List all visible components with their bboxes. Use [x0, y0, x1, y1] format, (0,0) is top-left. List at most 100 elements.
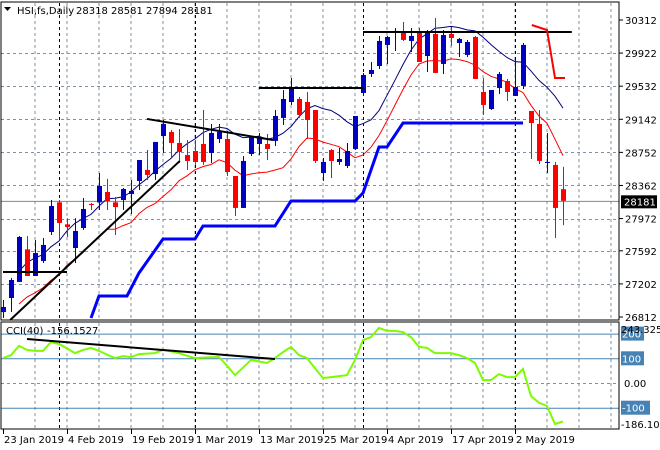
candle-body [145, 169, 150, 175]
candle [353, 115, 358, 151]
candle-body [17, 236, 22, 282]
candle-body [553, 164, 558, 208]
candle-body [105, 192, 110, 202]
candle-body [273, 115, 278, 141]
date-label: 13 Mar 2019 [260, 435, 323, 446]
candle-body [113, 202, 118, 208]
candle [417, 27, 422, 63]
price-tick-label: 27202 [625, 280, 657, 291]
price-tick-label: 27592 [625, 247, 657, 258]
candle-body [529, 110, 534, 124]
candle-body [537, 123, 542, 161]
candle-body [545, 161, 550, 163]
cci-header: CCI(40) -156.1527 [6, 326, 98, 337]
candle-body [505, 81, 510, 92]
candle-body [433, 34, 438, 73]
candle [473, 35, 478, 79]
date-label: 1 Mar 2019 [196, 435, 253, 446]
chart-window[interactable]: 30312 29922 29532 29142 28752 28362 27972 27592… [0, 0, 660, 450]
candle-body [345, 151, 350, 166]
candle [17, 235, 22, 282]
candle [465, 39, 470, 57]
candle-body [49, 206, 54, 232]
candle-body [313, 109, 318, 161]
candle-body [233, 175, 238, 208]
candle [249, 135, 254, 156]
candle [521, 42, 526, 89]
candle-body [97, 185, 102, 203]
candle-body [337, 158, 342, 162]
cci-value: -156.1527 [47, 326, 98, 337]
candle-body [177, 142, 182, 152]
date-label: 4 Apr 2019 [388, 435, 443, 446]
candle-body [457, 39, 462, 43]
candle-body [129, 190, 134, 194]
cci-level-label: -100 [622, 404, 645, 415]
candle-body [377, 40, 382, 66]
candle [241, 155, 246, 208]
candle-body [297, 99, 302, 115]
candle-body [425, 32, 430, 56]
chart-header: HSI,fs,Daily 28318 28581 27894 28181 [4, 6, 213, 17]
ohlc-label: 28318 28581 27894 28181 [76, 6, 213, 17]
candle-body [153, 141, 158, 175]
candle-body [441, 35, 446, 64]
candle-body [449, 34, 454, 38]
date-label: 4 Feb 2019 [68, 435, 124, 446]
price-tick-label: 26812 [625, 313, 657, 324]
cci-level-label: 100 [622, 354, 641, 365]
candle-body [241, 160, 246, 208]
candle-body [89, 203, 94, 205]
date-label: 17 Apr 2019 [452, 435, 514, 446]
candle-body [225, 138, 230, 172]
candle-body [489, 90, 494, 110]
candle-body [417, 32, 422, 63]
candle-body [513, 86, 518, 96]
candle [489, 90, 494, 110]
candle-body [57, 202, 62, 223]
candle [313, 109, 318, 163]
candle [297, 96, 302, 118]
date-label: 25 Mar 2019 [324, 435, 387, 446]
candle-body [353, 115, 358, 149]
cci-min-label: -186.103 [621, 420, 660, 431]
candle-body [193, 151, 198, 162]
candle-body [73, 230, 78, 249]
date-label: 19 Feb 2019 [132, 435, 194, 446]
candle-body [497, 73, 502, 88]
price-tick-label: 29922 [625, 49, 657, 60]
candle-body [481, 91, 486, 105]
candle-body [161, 123, 166, 136]
candle-body [521, 44, 526, 86]
candle-body [169, 132, 174, 143]
price-tick-label: 28362 [625, 181, 657, 192]
candle-body [361, 74, 366, 93]
candle-body [321, 161, 326, 173]
candle-body [329, 150, 334, 161]
cci-max-label: 243.3258 [621, 325, 660, 336]
candle-body [201, 143, 206, 162]
candle-body [65, 224, 70, 227]
symbol-label: HSI,fs,Daily [17, 6, 74, 17]
candle-body [185, 155, 190, 161]
candle-body [305, 101, 310, 120]
candle-body [217, 132, 222, 139]
price-tick-label: 29142 [625, 115, 657, 126]
candle-body [41, 244, 46, 261]
candle-body [369, 69, 374, 74]
candle-body [121, 189, 126, 200]
candle-body [81, 208, 86, 228]
price-tick-label: 30312 [625, 16, 657, 27]
candle-body [281, 99, 286, 118]
price-tick-label: 27972 [625, 215, 657, 226]
date-label: 2 May 2019 [516, 435, 575, 446]
candle-body [265, 143, 270, 149]
current-price-label: 28181 [624, 197, 656, 208]
price-tick-label: 28752 [625, 148, 657, 159]
candle-body [9, 280, 14, 298]
price-tick-label: 29532 [625, 82, 657, 93]
candle-body [465, 41, 470, 55]
candle-body [561, 189, 566, 201]
cci-title: CCI(40) [6, 326, 44, 337]
candle-body [289, 87, 294, 102]
